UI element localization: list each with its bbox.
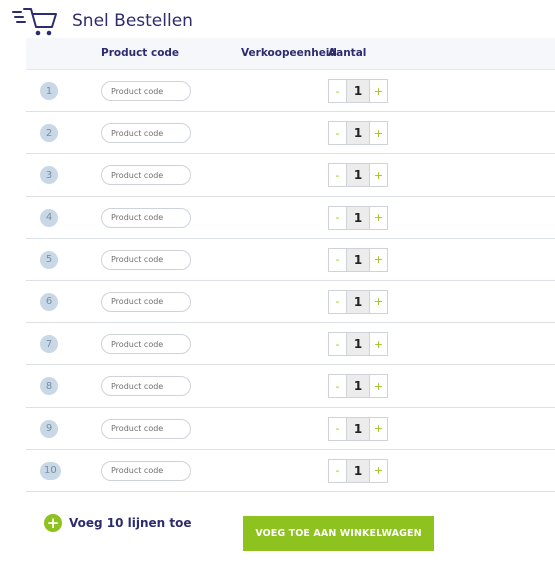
table-row: 1-1+ <box>26 70 555 113</box>
row-number-badge: 6 <box>40 292 58 311</box>
quantity-stepper: -1 + <box>328 416 388 441</box>
add-to-cart-button[interactable]: VOEG TOE AAN WINKELWAGEN <box>243 516 434 551</box>
table-row: 3 -1+ <box>26 154 555 197</box>
increase-quantity-button[interactable]: + <box>369 206 387 229</box>
product-code-input[interactable] <box>101 334 191 355</box>
page-title: Snel Bestellen <box>72 11 193 31</box>
quantity-value[interactable]: 1 <box>347 206 369 229</box>
row-number-badge: 4 <box>40 208 58 227</box>
quantity-stepper: -1 + <box>328 163 388 188</box>
row-number-badge: 1 <box>40 82 58 100</box>
increase-quantity-button[interactable]: + <box>369 459 387 482</box>
product-code-input[interactable] <box>101 81 191 101</box>
product-code-input[interactable] <box>101 123 191 144</box>
product-code-input[interactable] <box>101 249 191 270</box>
quantity-stepper: -1 + <box>328 289 388 314</box>
table-row: 4 -1+ <box>26 197 555 239</box>
decrease-quantity-button[interactable]: - <box>329 80 347 102</box>
decrease-quantity-button[interactable]: - <box>329 206 347 229</box>
increase-quantity-button[interactable]: + <box>369 290 387 313</box>
decrease-quantity-button[interactable]: - <box>329 290 347 313</box>
increase-quantity-button[interactable]: + <box>369 248 387 271</box>
row-number-badge: 5 <box>40 250 58 269</box>
decrease-quantity-button[interactable]: - <box>329 164 347 187</box>
product-code-input[interactable] <box>101 418 191 439</box>
table-row: 8 -1+ <box>26 365 555 408</box>
add-lines-button[interactable]: + Voeg 10 lijnen toe <box>44 514 192 532</box>
table-row: 6 -1+ <box>26 281 555 324</box>
page-header <box>12 6 58 38</box>
quantity-value[interactable]: 1 <box>347 122 369 145</box>
product-code-input[interactable] <box>101 207 191 228</box>
column-header-quantity: Aantal <box>328 47 367 59</box>
quantity-value[interactable]: 1 <box>347 375 369 398</box>
product-code-input[interactable] <box>101 165 191 186</box>
increase-quantity-button[interactable]: + <box>369 80 387 102</box>
quantity-stepper: -1 + <box>328 205 388 230</box>
add-lines-label: Voeg 10 lijnen toe <box>69 516 192 530</box>
decrease-quantity-button[interactable]: - <box>329 375 347 398</box>
table-row: 9 -1+ <box>26 408 555 450</box>
quantity-value[interactable]: 1 <box>347 333 369 356</box>
increase-quantity-button[interactable]: + <box>369 333 387 356</box>
quantity-stepper: -1 + <box>328 247 388 272</box>
row-number-badge: 9 <box>40 419 58 438</box>
table-row: 2 -1+ <box>26 112 555 155</box>
quantity-value[interactable]: 1 <box>347 80 369 102</box>
quantity-value[interactable]: 1 <box>347 459 369 482</box>
decrease-quantity-button[interactable]: - <box>329 417 347 440</box>
decrease-quantity-button[interactable]: - <box>329 459 347 482</box>
decrease-quantity-button[interactable]: - <box>329 122 347 145</box>
row-number-badge: 10 <box>40 461 61 480</box>
quantity-stepper: -1 + <box>328 79 388 103</box>
quantity-value[interactable]: 1 <box>347 164 369 187</box>
row-number-badge: 8 <box>40 377 58 396</box>
product-code-input[interactable] <box>101 460 191 481</box>
column-header-product-code: Product code <box>101 47 180 59</box>
table-row: 10 -1+ <box>26 450 555 492</box>
column-header-unit: Verkoopeenheid <box>241 47 337 59</box>
increase-quantity-button[interactable]: + <box>369 122 387 145</box>
quantity-value[interactable]: 1 <box>347 417 369 440</box>
table-body: 1-1+2-1+3-1+4-1+5-1+6-1+7-1+8-1+9-1+10-1… <box>26 70 555 492</box>
table-header-row: Product code Verkoopeenheid Aantal <box>26 38 555 70</box>
plus-circle-icon: + <box>44 514 62 532</box>
decrease-quantity-button[interactable]: - <box>329 333 347 356</box>
table-row: 5 -1+ <box>26 239 555 281</box>
row-number-badge: 2 <box>40 124 58 143</box>
quantity-value[interactable]: 1 <box>347 290 369 313</box>
increase-quantity-button[interactable]: + <box>369 164 387 187</box>
increase-quantity-button[interactable]: + <box>369 375 387 398</box>
product-code-input[interactable] <box>101 376 191 397</box>
quantity-stepper: -1 + <box>328 332 388 357</box>
quantity-value[interactable]: 1 <box>347 248 369 271</box>
quick-order-table: Product code Verkoopeenheid Aantal 1-1+2… <box>26 38 555 492</box>
product-code-input[interactable] <box>101 291 191 312</box>
increase-quantity-button[interactable]: + <box>369 417 387 440</box>
table-row: 7 -1+ <box>26 323 555 366</box>
shopping-cart-icon <box>12 8 57 36</box>
decrease-quantity-button[interactable]: - <box>329 248 347 271</box>
quantity-stepper: -1 + <box>328 458 388 483</box>
row-number-badge: 3 <box>40 166 58 185</box>
quantity-stepper: -1 + <box>328 374 388 399</box>
quantity-stepper: -1 + <box>328 121 388 146</box>
row-number-badge: 7 <box>40 335 58 354</box>
